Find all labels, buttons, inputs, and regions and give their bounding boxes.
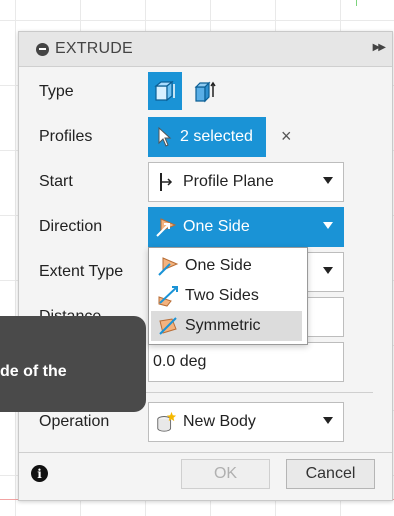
- dialog-header[interactable]: EXTRUDE ▶▶: [19, 32, 392, 67]
- footer-divider: [19, 452, 392, 453]
- thin-extrude-icon: [194, 81, 216, 103]
- operation-label: Operation: [39, 413, 110, 430]
- operation-dropdown[interactable]: New Body: [148, 402, 344, 442]
- type-solid-button[interactable]: [148, 72, 182, 110]
- direction-value: One Side: [183, 218, 250, 235]
- direction-label: Direction: [39, 218, 103, 235]
- ok-button[interactable]: OK: [181, 459, 270, 489]
- direction-menu: One Side Two Sides Symmetric: [148, 247, 308, 345]
- two-sides-icon: [157, 285, 179, 307]
- tooltip-text: de of the: [0, 363, 67, 380]
- menu-item-one-side[interactable]: One Side: [151, 251, 302, 281]
- start-label: Start: [39, 173, 73, 190]
- expand-icon[interactable]: ▶▶: [373, 42, 386, 53]
- profiles-label: Profiles: [39, 128, 93, 145]
- menu-item-two-sides[interactable]: Two Sides: [151, 281, 302, 311]
- profiles-select-button[interactable]: 2 selected: [148, 117, 266, 157]
- symmetric-icon: [157, 315, 179, 337]
- menu-item-symmetric[interactable]: Symmetric: [151, 311, 302, 341]
- operation-value: New Body: [183, 413, 256, 430]
- menu-item-label: One Side: [185, 257, 252, 274]
- cancel-button[interactable]: Cancel: [286, 459, 375, 489]
- menu-item-label: Two Sides: [185, 287, 259, 304]
- chevron-down-icon: [323, 417, 333, 424]
- profiles-value: 2 selected: [180, 128, 253, 145]
- start-dropdown[interactable]: Profile Plane: [148, 162, 344, 202]
- solid-extrude-icon: [154, 80, 175, 102]
- one-side-icon: [157, 255, 179, 277]
- extrude-dialog: EXTRUDE ▶▶ Type Profiles 2 selected × St…: [18, 31, 393, 501]
- cursor-icon: [158, 127, 172, 147]
- start-value: Profile Plane: [183, 173, 274, 190]
- chevron-down-icon: [323, 222, 333, 229]
- y-axis-line: [356, 0, 357, 6]
- angle-value: 0.0 deg: [153, 353, 207, 370]
- profile-plane-icon: [155, 171, 177, 193]
- menu-item-label: Symmetric: [185, 317, 261, 334]
- chevron-down-icon: [323, 177, 333, 184]
- tooltip: de of the: [0, 316, 146, 412]
- collapse-icon[interactable]: [36, 42, 49, 56]
- type-thin-button[interactable]: [188, 72, 222, 110]
- direction-dropdown[interactable]: One Side: [148, 207, 344, 247]
- clear-selection-icon[interactable]: ×: [281, 126, 292, 147]
- type-label: Type: [39, 83, 74, 100]
- dialog-title: EXTRUDE: [55, 40, 133, 57]
- info-icon[interactable]: i: [31, 465, 48, 482]
- one-side-icon: [155, 216, 177, 238]
- new-body-icon: [155, 411, 177, 433]
- chevron-down-icon: [323, 267, 333, 274]
- extent-type-label: Extent Type: [39, 263, 124, 280]
- angle-input[interactable]: 0.0 deg: [148, 342, 344, 382]
